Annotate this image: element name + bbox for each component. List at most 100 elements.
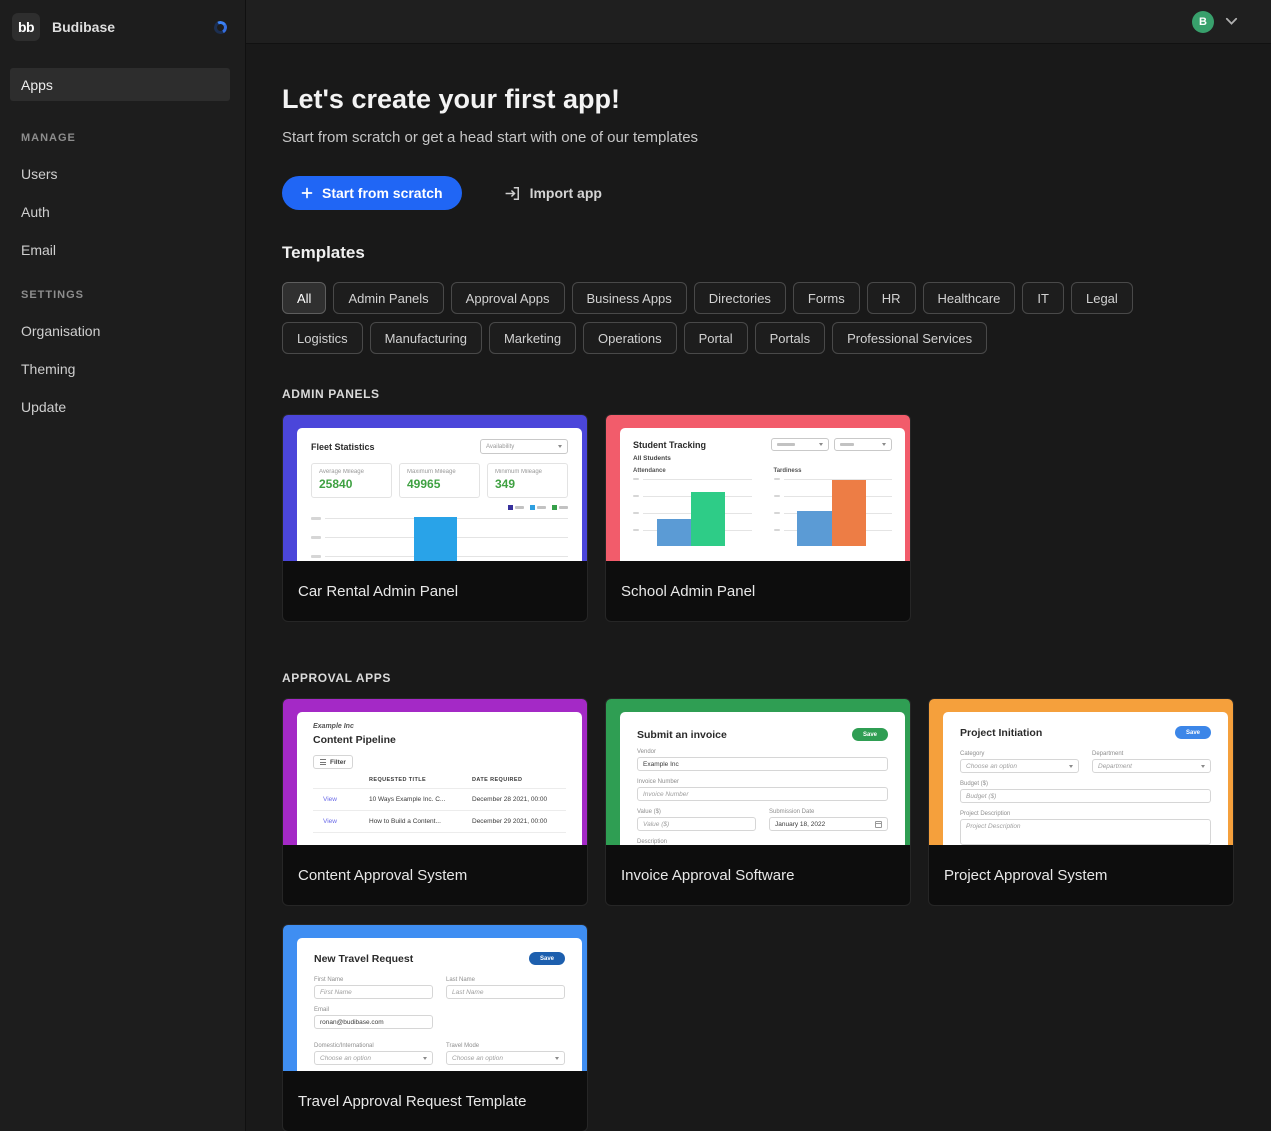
filter-label: Filter bbox=[330, 759, 346, 766]
last-name-label: Last Name bbox=[446, 977, 565, 983]
sidebar-item-theming[interactable]: Theming bbox=[0, 361, 245, 377]
filter-chip-manufacturing[interactable]: Manufacturing bbox=[370, 322, 482, 354]
save-button: Save bbox=[852, 728, 888, 741]
stat-card: Maximum Mileage 49965 bbox=[399, 463, 480, 498]
caret-down-icon bbox=[558, 445, 562, 448]
project-description-label: Project Description bbox=[960, 811, 1211, 817]
template-card-content-approval[interactable]: Example Inc Content Pipeline Filter REQU… bbox=[282, 698, 588, 906]
filter-chip-healthcare[interactable]: Healthcare bbox=[923, 282, 1016, 314]
email-input: ronan@budibase.com bbox=[314, 1015, 433, 1029]
last-name-input: Last Name bbox=[446, 985, 565, 999]
filter-chip-marketing[interactable]: Marketing bbox=[489, 322, 576, 354]
first-name-input: First Name bbox=[314, 985, 433, 999]
bar-blue bbox=[797, 511, 831, 546]
avatar[interactable]: B bbox=[1192, 11, 1214, 33]
filter-chip-approval-apps[interactable]: Approval Apps bbox=[451, 282, 565, 314]
filter-chip-operations[interactable]: Operations bbox=[583, 322, 677, 354]
select bbox=[771, 438, 829, 451]
filter-chip-it[interactable]: IT bbox=[1022, 282, 1064, 314]
sidebar-heading-manage: MANAGE bbox=[0, 132, 245, 144]
content: Let's create your first app! Start from … bbox=[246, 44, 1271, 1131]
preview-title: Content Pipeline bbox=[313, 734, 566, 746]
template-filters: All Admin Panels Approval Apps Business … bbox=[282, 282, 1182, 354]
sidebar-item-email[interactable]: Email bbox=[0, 242, 245, 258]
bar-blue bbox=[657, 519, 691, 546]
stat-card: Average Mileage 25840 bbox=[311, 463, 392, 498]
submission-date-label: Submission Date bbox=[769, 809, 888, 815]
column-requested-title: REQUESTED TITLE bbox=[369, 777, 472, 783]
row-title: How to Build a Content... bbox=[369, 818, 472, 825]
invoice-preview: Submit an invoice Save Vendor Example In… bbox=[620, 712, 905, 845]
filter-chip-portals[interactable]: Portals bbox=[755, 322, 825, 354]
column-date-required: DATE REQUIRED bbox=[472, 777, 566, 783]
start-from-scratch-button[interactable]: Start from scratch bbox=[282, 176, 462, 210]
template-card-school[interactable]: Student Tracking All Students Attendance bbox=[605, 414, 911, 622]
action-buttons: Start from scratch Import app bbox=[282, 176, 1235, 210]
save-button: Save bbox=[1175, 726, 1211, 739]
template-card-travel-approval[interactable]: New Travel Request Save First Name First… bbox=[282, 924, 588, 1131]
department-select: Department bbox=[1092, 759, 1211, 773]
table-header: REQUESTED TITLE DATE REQUIRED bbox=[313, 769, 566, 788]
view-link: View bbox=[313, 796, 369, 803]
car-rental-preview: Fleet Statistics Availability Average Mi… bbox=[297, 428, 582, 561]
stat-value: 349 bbox=[495, 477, 560, 491]
domestic-international-select: Choose an option bbox=[314, 1051, 433, 1065]
filter-chip-portal[interactable]: Portal bbox=[684, 322, 748, 354]
fleet-bar-chart bbox=[311, 515, 568, 561]
import-app-label: Import app bbox=[530, 185, 602, 201]
filter-chip-all[interactable]: All bbox=[282, 282, 326, 314]
table-row: View 10 Ways Example Inc. C... December … bbox=[313, 788, 566, 810]
filter-chip-directories[interactable]: Directories bbox=[694, 282, 786, 314]
bar-blue bbox=[414, 517, 458, 561]
filter-chip-logistics[interactable]: Logistics bbox=[282, 322, 363, 354]
sidebar-item-users[interactable]: Users bbox=[0, 166, 245, 182]
chevron-down-icon[interactable] bbox=[1225, 17, 1238, 26]
plus-icon bbox=[301, 187, 313, 199]
chart-legend bbox=[311, 505, 568, 510]
start-from-scratch-label: Start from scratch bbox=[322, 185, 443, 201]
sidebar-item-auth[interactable]: Auth bbox=[0, 204, 245, 220]
filter-chip-legal[interactable]: Legal bbox=[1071, 282, 1133, 314]
template-card-project-approval[interactable]: Project Initiation Save Category Choose … bbox=[928, 698, 1234, 906]
table-row bbox=[313, 832, 566, 845]
template-card-label: Content Approval System bbox=[283, 845, 587, 905]
preview-title: New Travel Request bbox=[314, 953, 413, 965]
brand-row: bb Budibase bbox=[0, 0, 245, 54]
page-subtitle: Start from scratch or get a head start w… bbox=[282, 129, 1235, 146]
filter-icon bbox=[320, 759, 326, 765]
project-approval-thumbnail: Project Initiation Save Category Choose … bbox=[929, 699, 1233, 845]
view-link: View bbox=[313, 818, 369, 825]
filter-chip-admin-panels[interactable]: Admin Panels bbox=[333, 282, 443, 314]
template-card-invoice-approval[interactable]: Submit an invoice Save Vendor Example In… bbox=[605, 698, 911, 906]
sidebar-item-organisation[interactable]: Organisation bbox=[0, 323, 245, 339]
section-heading-approval-apps: APPROVAL APPS bbox=[282, 671, 1235, 685]
chart-title: Attendance bbox=[633, 468, 752, 474]
filter-chip-forms[interactable]: Forms bbox=[793, 282, 860, 314]
project-preview: Project Initiation Save Category Choose … bbox=[943, 712, 1228, 845]
filter-chip-hr[interactable]: HR bbox=[867, 282, 916, 314]
first-name-label: First Name bbox=[314, 977, 433, 983]
tardiness-chart: Tardiness bbox=[774, 468, 893, 546]
main-area: B Let's create your first app! Start fro… bbox=[246, 0, 1271, 1131]
template-card-car-rental[interactable]: Fleet Statistics Availability Average Mi… bbox=[282, 414, 588, 622]
brand-name: Budibase bbox=[52, 19, 202, 35]
stat-label: Maximum Mileage bbox=[407, 469, 472, 475]
calendar-icon bbox=[875, 821, 882, 828]
stat-label: Average Mileage bbox=[319, 469, 384, 475]
filter-chip-business-apps[interactable]: Business Apps bbox=[572, 282, 687, 314]
row-date: December 28 2021, 00:00 bbox=[472, 796, 566, 803]
import-app-button[interactable]: Import app bbox=[498, 184, 608, 203]
preview-title: Fleet Statistics bbox=[311, 442, 375, 452]
filter-chip-professional-services[interactable]: Professional Services bbox=[832, 322, 987, 354]
approval-apps-grid: Example Inc Content Pipeline Filter REQU… bbox=[282, 698, 1235, 1131]
stat-value: 25840 bbox=[319, 477, 384, 491]
budget-input: Budget ($) bbox=[960, 789, 1211, 803]
sidebar-item-apps[interactable]: Apps bbox=[10, 68, 230, 101]
preview-subtitle: All Students bbox=[633, 455, 892, 462]
vendor-label: Vendor bbox=[637, 749, 888, 755]
availability-select-value: Availability bbox=[486, 444, 514, 450]
submission-date-input: January 18, 2022 bbox=[769, 817, 888, 831]
sidebar-item-update[interactable]: Update bbox=[0, 399, 245, 415]
select bbox=[834, 438, 892, 451]
table-row: View How to Build a Content... December … bbox=[313, 810, 566, 832]
